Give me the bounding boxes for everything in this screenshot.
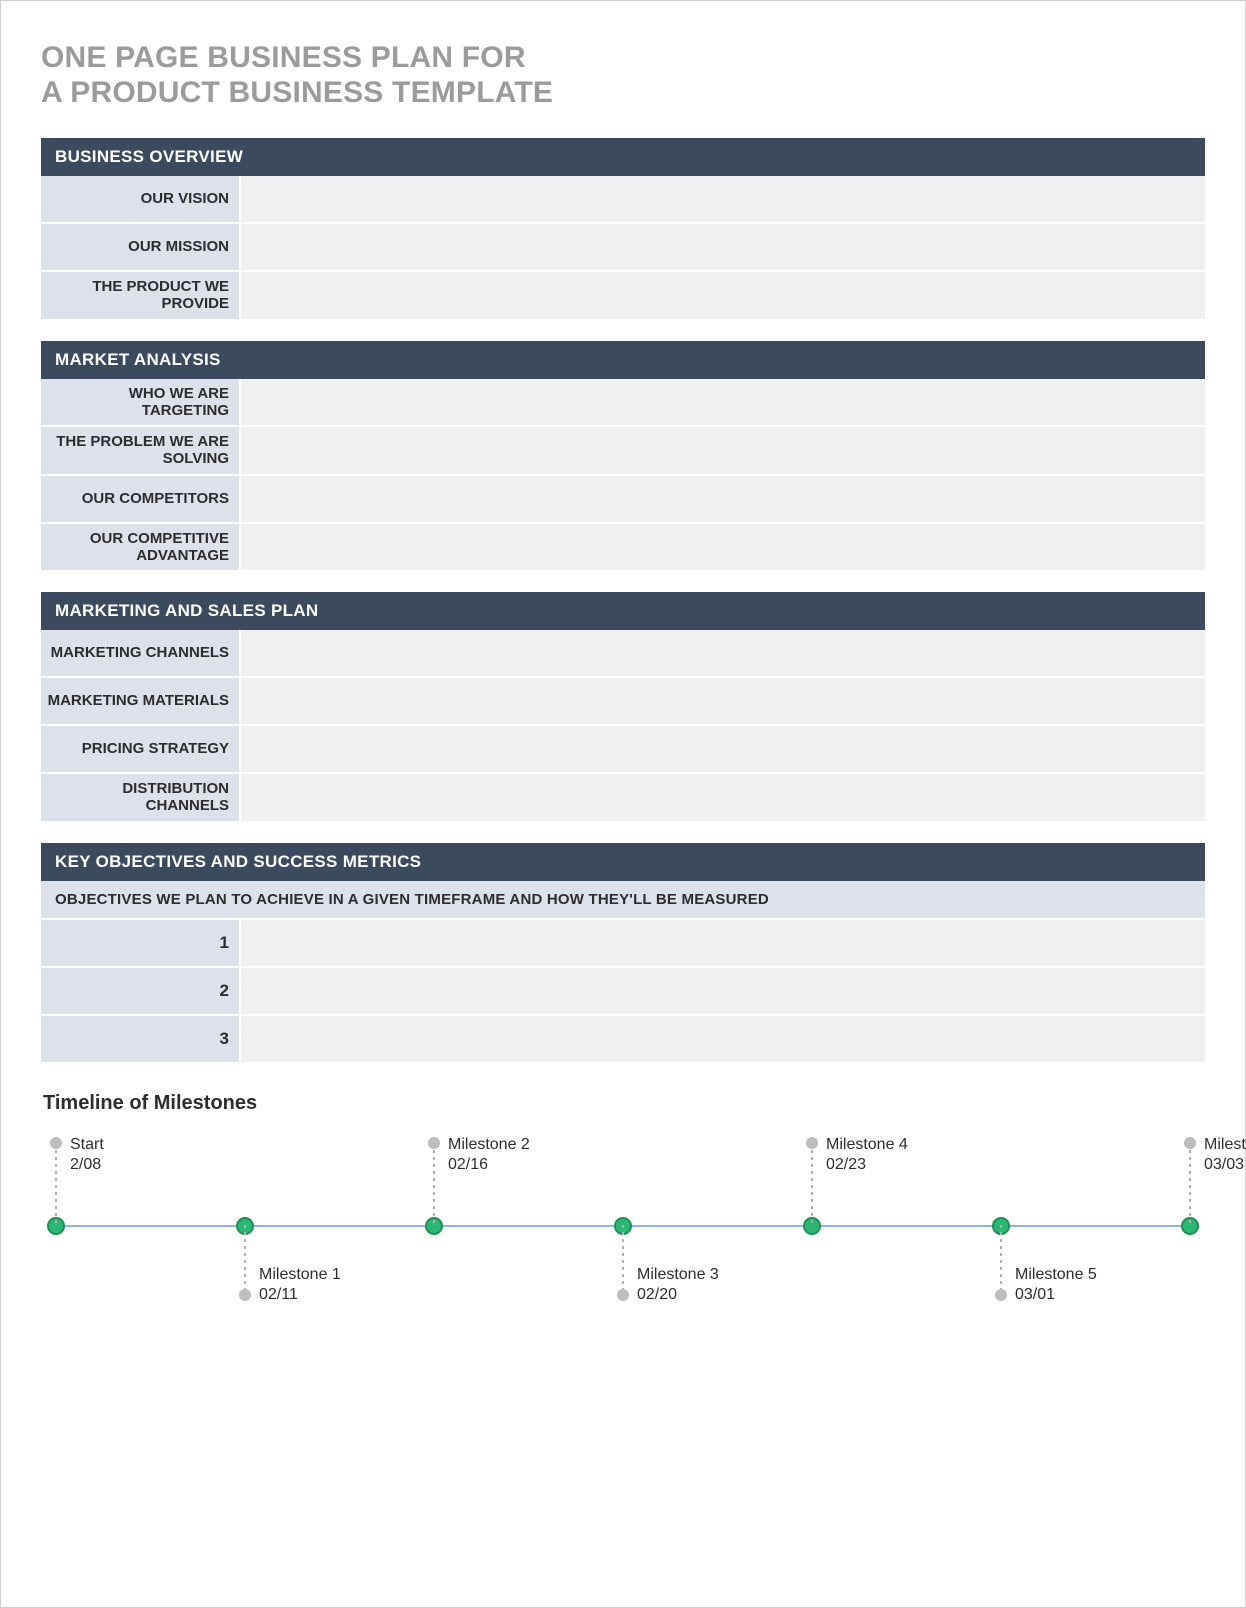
timeline-pin [1189,1143,1191,1225]
row-label: DISTRIBUTION CHANNELS [41,774,241,821]
timeline-title: Timeline of Milestones [43,1092,1205,1115]
timeline-pin [811,1143,813,1225]
section-header-market: MARKET ANALYSIS [41,341,1205,379]
row-value[interactable] [241,1016,1205,1062]
row-problem: THE PROBLEM WE ARE SOLVING [41,427,1205,476]
milestone-name: Milestone 5 [1015,1265,1175,1285]
pin-head-icon [995,1289,1007,1301]
row-label: THE PRODUCT WE PROVIDE [41,272,241,319]
row-value[interactable] [241,176,1205,222]
row-our-vision: OUR VISION [41,176,1205,224]
milestone-name: Milestone 2 [448,1135,608,1155]
row-label: OUR COMPETITORS [41,476,241,522]
row-label: 2 [41,968,241,1014]
timeline-milestone: Milestone 102/11 [259,1265,419,1305]
row-objective-2: 2 [41,968,1205,1016]
milestone-name: Milestone 4 [826,1135,986,1155]
row-value[interactable] [241,968,1205,1014]
row-label: MARKETING CHANNELS [41,630,241,676]
row-targeting: WHO WE ARE TARGETING [41,379,1205,428]
title-line-1: ONE PAGE BUSINESS PLAN FOR [41,41,526,74]
timeline-milestone: Milestone 603/03 [1204,1135,1246,1175]
pin-head-icon [50,1137,62,1149]
milestone-date: 02/23 [826,1155,986,1175]
section-header-marketing: MARKETING AND SALES PLAN [41,592,1205,630]
row-label: WHO WE ARE TARGETING [41,379,241,426]
pin-head-icon [428,1137,440,1149]
row-label: PRICING STRATEGY [41,726,241,772]
row-value[interactable] [241,630,1205,676]
row-label: OUR MISSION [41,224,241,270]
page-title: ONE PAGE BUSINESS PLAN FOR A PRODUCT BUS… [41,41,1205,110]
row-competitors: OUR COMPETITORS [41,476,1205,524]
timeline-milestone: Milestone 302/20 [637,1265,797,1305]
row-label: 3 [41,1016,241,1062]
section-header-overview: BUSINESS OVERVIEW [41,138,1205,176]
pin-head-icon [806,1137,818,1149]
row-label: THE PROBLEM WE ARE SOLVING [41,427,241,474]
row-label: MARKETING MATERIALS [41,678,241,724]
milestone-date: 03/01 [1015,1285,1175,1305]
row-pricing-strategy: PRICING STRATEGY [41,726,1205,774]
timeline-pin [433,1143,435,1225]
row-marketing-materials: MARKETING MATERIALS [41,678,1205,726]
row-value[interactable] [241,427,1205,474]
section-business-overview: BUSINESS OVERVIEW OUR VISION OUR MISSION… [41,138,1205,319]
timeline-pin [622,1225,624,1295]
section-marketing-sales: MARKETING AND SALES PLAN MARKETING CHANN… [41,592,1205,821]
milestone-name: Milestone 3 [637,1265,797,1285]
milestone-name: Milestone 1 [259,1265,419,1285]
row-value[interactable] [241,476,1205,522]
timeline-pin [55,1143,57,1225]
milestone-date: 02/11 [259,1285,419,1305]
row-value[interactable] [241,726,1205,772]
row-value[interactable] [241,224,1205,270]
row-value[interactable] [241,774,1205,821]
objectives-subheader: OBJECTIVES WE PLAN TO ACHIEVE IN A GIVEN… [41,881,1205,920]
timeline-pin [244,1225,246,1295]
row-the-product: THE PRODUCT WE PROVIDE [41,272,1205,319]
row-marketing-channels: MARKETING CHANNELS [41,630,1205,678]
row-value[interactable] [241,678,1205,724]
milestone-name: Milestone 6 [1204,1135,1246,1155]
row-value[interactable] [241,379,1205,426]
timeline-milestone: Start2/08 [70,1135,230,1175]
timeline-milestone: Milestone 503/01 [1015,1265,1175,1305]
timeline-milestone: Milestone 202/16 [448,1135,608,1175]
milestone-date: 02/16 [448,1155,608,1175]
timeline-milestone: Milestone 402/23 [826,1135,986,1175]
milestone-date: 2/08 [70,1155,230,1175]
milestone-date: 02/20 [637,1285,797,1305]
pin-head-icon [617,1289,629,1301]
row-our-mission: OUR MISSION [41,224,1205,272]
row-objective-3: 3 [41,1016,1205,1062]
title-line-2: A PRODUCT BUSINESS TEMPLATE [41,76,553,109]
pin-head-icon [239,1289,251,1301]
row-distribution-channels: DISTRIBUTION CHANNELS [41,774,1205,821]
row-label: OUR VISION [41,176,241,222]
section-objectives: KEY OBJECTIVES AND SUCCESS METRICS OBJEC… [41,843,1205,1062]
timeline-pin [1000,1225,1002,1295]
row-label: OUR COMPETITIVE ADVANTAGE [41,524,241,571]
row-value[interactable] [241,920,1205,966]
row-label: 1 [41,920,241,966]
section-header-objectives: KEY OBJECTIVES AND SUCCESS METRICS [41,843,1205,881]
pin-head-icon [1184,1137,1196,1149]
row-competitive-advantage: OUR COMPETITIVE ADVANTAGE [41,524,1205,571]
row-objective-1: 1 [41,920,1205,968]
milestone-name: Start [70,1135,230,1155]
timeline-chart: Start2/08Milestone 102/11Milestone 202/1… [41,1133,1205,1323]
milestone-date: 03/03 [1204,1155,1246,1175]
section-market-analysis: MARKET ANALYSIS WHO WE ARE TARGETING THE… [41,341,1205,571]
page: ONE PAGE BUSINESS PLAN FOR A PRODUCT BUS… [0,0,1246,1608]
row-value[interactable] [241,524,1205,571]
row-value[interactable] [241,272,1205,319]
